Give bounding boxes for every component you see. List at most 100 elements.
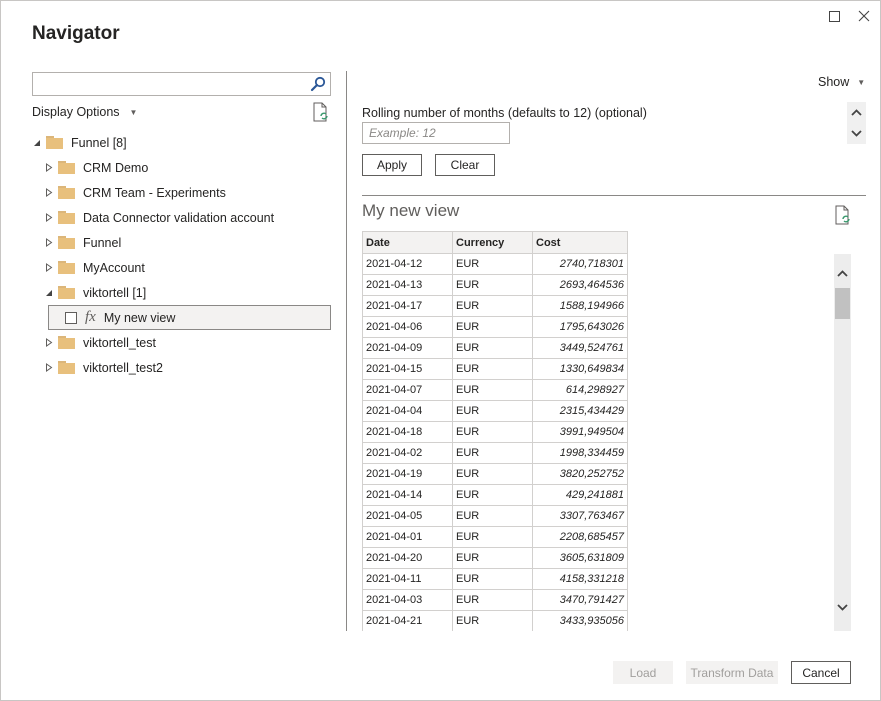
table-scrollbar[interactable]: [834, 254, 851, 631]
chevron-up-icon[interactable]: [851, 109, 862, 116]
column-header-cost[interactable]: Cost: [532, 231, 628, 254]
column-header-currency[interactable]: Currency: [452, 231, 533, 254]
cell-date[interactable]: 2021-04-13: [362, 274, 453, 296]
cell-cost[interactable]: 3605,631809: [532, 547, 628, 569]
cell-date[interactable]: 2021-04-05: [362, 505, 453, 527]
cell-date[interactable]: 2021-04-17: [362, 295, 453, 317]
cancel-button[interactable]: Cancel: [791, 661, 851, 684]
cell-cost[interactable]: 614,298927: [532, 379, 628, 401]
cell-currency[interactable]: EUR: [452, 274, 533, 296]
cell-date[interactable]: 2021-04-09: [362, 337, 453, 359]
cell-date[interactable]: 2021-04-21: [362, 610, 453, 631]
parameter-scrollbar[interactable]: [847, 102, 866, 144]
maximize-button[interactable]: [824, 7, 844, 25]
search-input[interactable]: [33, 73, 303, 95]
load-button[interactable]: Load: [613, 661, 673, 684]
tree-node-viktortell-test2[interactable]: viktortell_test2: [44, 355, 332, 380]
cell-cost[interactable]: 1330,649834: [532, 358, 628, 380]
search-field[interactable]: [32, 72, 331, 96]
collapsed-arrow-icon[interactable]: [44, 263, 54, 273]
cell-cost[interactable]: 3433,935056: [532, 610, 628, 631]
cell-date[interactable]: 2021-04-04: [362, 400, 453, 422]
cell-date[interactable]: 2021-04-20: [362, 547, 453, 569]
refresh-document-icon[interactable]: [834, 205, 852, 225]
show-menu[interactable]: Show ▼: [818, 75, 865, 89]
transform-data-button[interactable]: Transform Data: [686, 661, 778, 684]
cell-cost[interactable]: 3820,252752: [532, 463, 628, 485]
item-checkbox[interactable]: [65, 311, 77, 324]
tree-node-viktortell[interactable]: viktortell [1]: [44, 280, 332, 305]
cell-date[interactable]: 2021-04-03: [362, 589, 453, 611]
tree-node-myaccount[interactable]: MyAccount: [44, 255, 332, 280]
cell-currency[interactable]: EUR: [452, 337, 533, 359]
cell-currency[interactable]: EUR: [452, 463, 533, 485]
cell-cost[interactable]: 2740,718301: [532, 253, 628, 275]
collapsed-arrow-icon[interactable]: [44, 163, 54, 173]
cell-currency[interactable]: EUR: [452, 379, 533, 401]
collapsed-arrow-icon[interactable]: [44, 213, 54, 223]
cell-cost[interactable]: 4158,331218: [532, 568, 628, 590]
cell-currency[interactable]: EUR: [452, 547, 533, 569]
cell-cost[interactable]: 2693,464536: [532, 274, 628, 296]
cell-date[interactable]: 2021-04-19: [362, 463, 453, 485]
cell-currency[interactable]: EUR: [452, 253, 533, 275]
collapsed-arrow-icon[interactable]: [44, 238, 54, 248]
cell-date[interactable]: 2021-04-18: [362, 421, 453, 443]
cell-date[interactable]: 2021-04-11: [362, 568, 453, 590]
refresh-document-icon[interactable]: [312, 102, 330, 122]
tree-item-my-new-view[interactable]: fx My new view: [48, 305, 331, 330]
scroll-down-button[interactable]: [834, 600, 851, 614]
scrollbar-thumb[interactable]: [835, 288, 850, 319]
cell-date[interactable]: 2021-04-02: [362, 442, 453, 464]
pane-splitter[interactable]: [346, 71, 347, 631]
search-icon[interactable]: [310, 76, 326, 92]
tree-node-crm-team-experiments[interactable]: CRM Team - Experiments: [44, 180, 332, 205]
display-options-menu[interactable]: Display Options ▼: [32, 105, 137, 119]
cell-cost[interactable]: 1795,643026: [532, 316, 628, 338]
cell-cost[interactable]: 1588,194966: [532, 295, 628, 317]
tree-node-funnel-root[interactable]: Funnel [8]: [32, 130, 332, 155]
cell-cost[interactable]: 3470,791427: [532, 589, 628, 611]
cell-cost[interactable]: 2208,685457: [532, 526, 628, 548]
cell-cost[interactable]: 1998,334459: [532, 442, 628, 464]
cell-currency[interactable]: EUR: [452, 400, 533, 422]
cell-currency[interactable]: EUR: [452, 421, 533, 443]
cell-date[interactable]: 2021-04-07: [362, 379, 453, 401]
close-button[interactable]: [854, 7, 874, 25]
cell-currency[interactable]: EUR: [452, 589, 533, 611]
cell-currency[interactable]: EUR: [452, 505, 533, 527]
cell-currency[interactable]: EUR: [452, 358, 533, 380]
chevron-down-icon[interactable]: [851, 130, 862, 137]
collapsed-arrow-icon[interactable]: [44, 363, 54, 373]
cell-currency[interactable]: EUR: [452, 568, 533, 590]
cell-cost[interactable]: 429,241881: [532, 484, 628, 506]
cell-currency[interactable]: EUR: [452, 442, 533, 464]
scroll-up-button[interactable]: [834, 266, 851, 280]
cell-cost[interactable]: 2315,434429: [532, 400, 628, 422]
cell-date[interactable]: 2021-04-12: [362, 253, 453, 275]
cell-cost[interactable]: 3991,949504: [532, 421, 628, 443]
expanded-arrow-icon[interactable]: [32, 138, 42, 148]
rolling-months-input[interactable]: [362, 122, 510, 144]
cell-cost[interactable]: 3307,763467: [532, 505, 628, 527]
tree-node-funnel[interactable]: Funnel: [44, 230, 332, 255]
cell-cost[interactable]: 3449,524761: [532, 337, 628, 359]
cell-currency[interactable]: EUR: [452, 295, 533, 317]
cell-date[interactable]: 2021-04-15: [362, 358, 453, 380]
cell-date[interactable]: 2021-04-14: [362, 484, 453, 506]
cell-currency[interactable]: EUR: [452, 316, 533, 338]
cell-date[interactable]: 2021-04-01: [362, 526, 453, 548]
clear-button[interactable]: Clear: [435, 154, 495, 176]
cell-currency[interactable]: EUR: [452, 526, 533, 548]
collapsed-arrow-icon[interactable]: [44, 188, 54, 198]
cell-currency[interactable]: EUR: [452, 484, 533, 506]
collapsed-arrow-icon[interactable]: [44, 338, 54, 348]
cell-currency[interactable]: EUR: [452, 610, 533, 631]
tree-node-crm-demo[interactable]: CRM Demo: [44, 155, 332, 180]
apply-button[interactable]: Apply: [362, 154, 422, 176]
expanded-arrow-icon[interactable]: [44, 288, 54, 298]
tree-node-data-connector-validation[interactable]: Data Connector validation account: [44, 205, 332, 230]
cell-date[interactable]: 2021-04-06: [362, 316, 453, 338]
tree-node-viktortell-test[interactable]: viktortell_test: [44, 330, 332, 355]
column-header-date[interactable]: Date: [362, 231, 453, 254]
